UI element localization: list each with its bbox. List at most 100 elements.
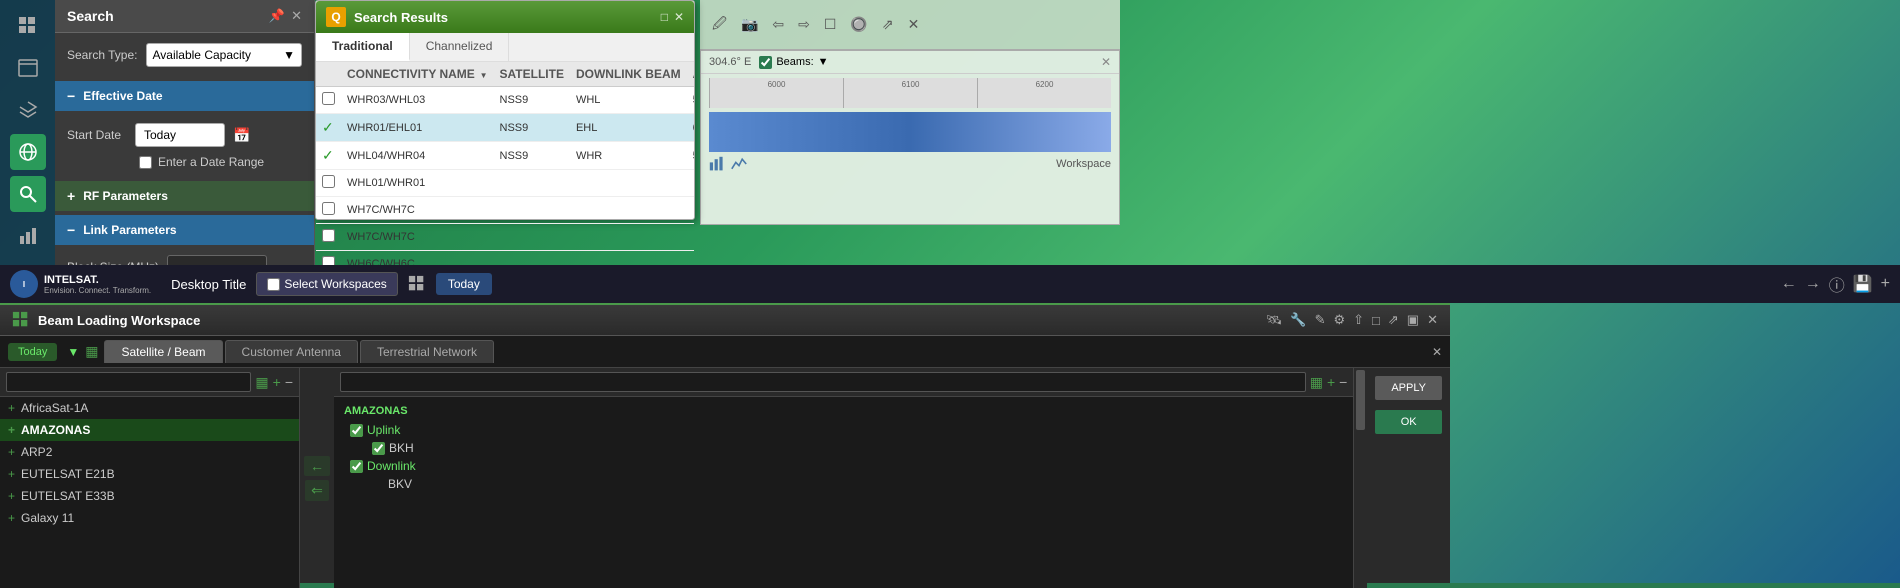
sidebar-icon-chart[interactable]: [10, 218, 46, 254]
table-row[interactable]: ✓ WHR01/EHL01 NSS9 EHL 67.9: [316, 114, 694, 142]
section-effective-date[interactable]: − Effective Date: [55, 81, 314, 111]
beam-left-add-icon[interactable]: +: [273, 374, 281, 390]
beam-expand2-icon[interactable]: ⇗: [1388, 312, 1399, 328]
sidebar-icon-window[interactable]: [10, 50, 46, 86]
search-panel-pin-icon[interactable]: 📌: [269, 8, 285, 24]
info-icon[interactable]: ⓘ: [1829, 272, 1845, 296]
ok-button[interactable]: OK: [1375, 410, 1442, 434]
toolbar-icon-6[interactable]: 🔘: [846, 12, 871, 37]
beams-checkbox[interactable]: [759, 56, 772, 69]
table-row[interactable]: ✓ WHL04/WHR04 NSS9 WHR 50.7: [316, 142, 694, 170]
beam-list-item[interactable]: +EUTELSAT E21B: [0, 463, 299, 485]
beam-scrollbar[interactable]: [1353, 368, 1367, 588]
beam-pencil-icon[interactable]: ✎: [1315, 312, 1326, 328]
beam-list-item[interactable]: +AfricaSat-1A: [0, 397, 299, 419]
table-row[interactable]: WH7C/WH7C: [316, 197, 694, 224]
plus-icon: +: [8, 511, 15, 525]
beams-dropdown-icon[interactable]: ▼: [818, 56, 829, 68]
col-connectivity[interactable]: CONNECTIVITY NAME ▼: [341, 62, 494, 87]
beam-share-icon[interactable]: ⇧: [1353, 312, 1364, 328]
save-icon[interactable]: 💾: [1853, 274, 1873, 294]
beam-tab-customer[interactable]: Customer Antenna: [225, 340, 358, 363]
beam-left-filter-icon[interactable]: ▦: [255, 374, 268, 391]
beam-filter-icon[interactable]: ▼: [67, 345, 79, 359]
workspace-checkbox[interactable]: [267, 278, 280, 291]
col-downlink[interactable]: DOWNLINK BEAM: [570, 62, 687, 87]
col-satellite[interactable]: SATELLITE: [494, 62, 570, 87]
sidebar-icon-grid[interactable]: [10, 8, 46, 44]
beam-tab-close-icon[interactable]: ✕: [1432, 345, 1442, 359]
beam-right-filter-icon[interactable]: ▦: [1310, 374, 1323, 391]
uplink-checkbox[interactable]: [350, 424, 363, 437]
row-checkbox[interactable]: [322, 229, 335, 242]
beam-list-item[interactable]: +Galaxy 11: [0, 507, 299, 529]
toolbar-icon-8[interactable]: ✕: [904, 12, 924, 37]
toolbar-icon-1[interactable]: 🖉: [708, 9, 731, 41]
toolbar-icon-2[interactable]: 📷: [737, 12, 762, 37]
beam-list-item[interactable]: +AMAZONAS: [0, 419, 299, 441]
add-icon[interactable]: +: [1881, 275, 1890, 293]
tab-channelized[interactable]: Channelized: [410, 33, 510, 61]
beam-arrow-left2[interactable]: ⇐: [305, 480, 329, 501]
apply-button[interactable]: APPLY: [1375, 376, 1442, 400]
plus-icon: +: [8, 423, 15, 437]
search-type-select[interactable]: Available Capacity ▼: [146, 43, 303, 67]
row-check-cell[interactable]: ✓: [316, 142, 341, 170]
today-badge[interactable]: Today: [436, 273, 492, 295]
beam-left-search-input[interactable]: [6, 372, 251, 392]
search-panel-close-icon[interactable]: ✕: [291, 8, 302, 24]
beam-copy-icon[interactable]: ▣: [1407, 312, 1419, 328]
table-row[interactable]: WH7C/WH7C: [316, 224, 694, 251]
beam-right-search-input[interactable]: [340, 372, 1306, 392]
bkh-checkbox[interactable]: [372, 442, 385, 455]
toolbar-icon-7[interactable]: ⇗: [878, 12, 898, 37]
row-check-cell[interactable]: ✓: [316, 114, 341, 142]
section-rf-expand-icon: +: [67, 188, 75, 204]
beam-tools-icon[interactable]: 🔧: [1290, 312, 1306, 328]
section-rf-parameters[interactable]: + RF Parameters: [55, 181, 314, 211]
beam-filter2-icon[interactable]: ▦: [85, 343, 98, 360]
beam-right-remove-icon[interactable]: −: [1339, 374, 1347, 390]
beam-left-remove-icon[interactable]: −: [285, 374, 293, 390]
row-check-cell[interactable]: [316, 224, 341, 251]
beam-tab-satellite[interactable]: Satellite / Beam: [104, 340, 222, 363]
downlink-checkbox[interactable]: [350, 460, 363, 473]
beam-settings-icon[interactable]: ⚙: [1333, 312, 1345, 328]
start-date-input[interactable]: [135, 123, 225, 147]
results-close-icon[interactable]: ✕: [674, 10, 684, 24]
sidebar-icon-globe[interactable]: [10, 134, 46, 170]
sidebar-icon-layers[interactable]: [10, 92, 46, 128]
row-checkbox[interactable]: [322, 175, 335, 188]
results-expand-icon[interactable]: □: [661, 10, 668, 24]
section-link-parameters[interactable]: − Link Parameters: [55, 215, 314, 245]
tab-traditional[interactable]: Traditional: [316, 33, 410, 61]
row-checkbox[interactable]: [322, 92, 335, 105]
row-check-cell[interactable]: [316, 197, 341, 224]
forward-icon[interactable]: →: [1805, 275, 1821, 293]
section-link-collapse-icon: −: [67, 222, 75, 238]
sidebar-icon-search[interactable]: [10, 176, 46, 212]
table-row[interactable]: WHL01/WHR01: [316, 170, 694, 197]
beam-arrow-left[interactable]: ←: [304, 456, 330, 476]
beam-close-icon[interactable]: ✕: [1427, 312, 1438, 328]
toolbar-icon-4[interactable]: ⇨: [794, 12, 814, 37]
beam-tab-terrestrial[interactable]: Terrestrial Network: [360, 340, 494, 363]
back-icon[interactable]: ←: [1781, 275, 1797, 293]
beam-right-add-icon[interactable]: +: [1327, 374, 1335, 390]
row-check-cell[interactable]: [316, 87, 341, 114]
search-panel-title: Search: [67, 8, 114, 24]
row-checkbox[interactable]: [322, 202, 335, 215]
select-workspaces-btn[interactable]: Select Workspaces: [256, 272, 398, 296]
enter-date-range-checkbox[interactable]: [139, 156, 152, 169]
col-bandwidth[interactable]: AVAILABLE BANDWIDTH: [687, 62, 694, 87]
row-check-cell[interactable]: [316, 170, 341, 197]
beam-list-item[interactable]: +EUTELSAT E33B: [0, 485, 299, 507]
beam-list-item[interactable]: +ARP2: [0, 441, 299, 463]
table-row[interactable]: WHR03/WHL03 NSS9 WHL 58: [316, 87, 694, 114]
toolbar-icon-5[interactable]: ☐: [820, 12, 841, 37]
beams-close-icon[interactable]: ✕: [1101, 55, 1111, 69]
beam-expand1-icon[interactable]: □: [1372, 313, 1380, 328]
toolbar-icon-3[interactable]: ⇦: [768, 12, 788, 37]
calendar-icon[interactable]: 📅: [233, 127, 250, 144]
beam-today-badge[interactable]: Today: [8, 343, 57, 361]
